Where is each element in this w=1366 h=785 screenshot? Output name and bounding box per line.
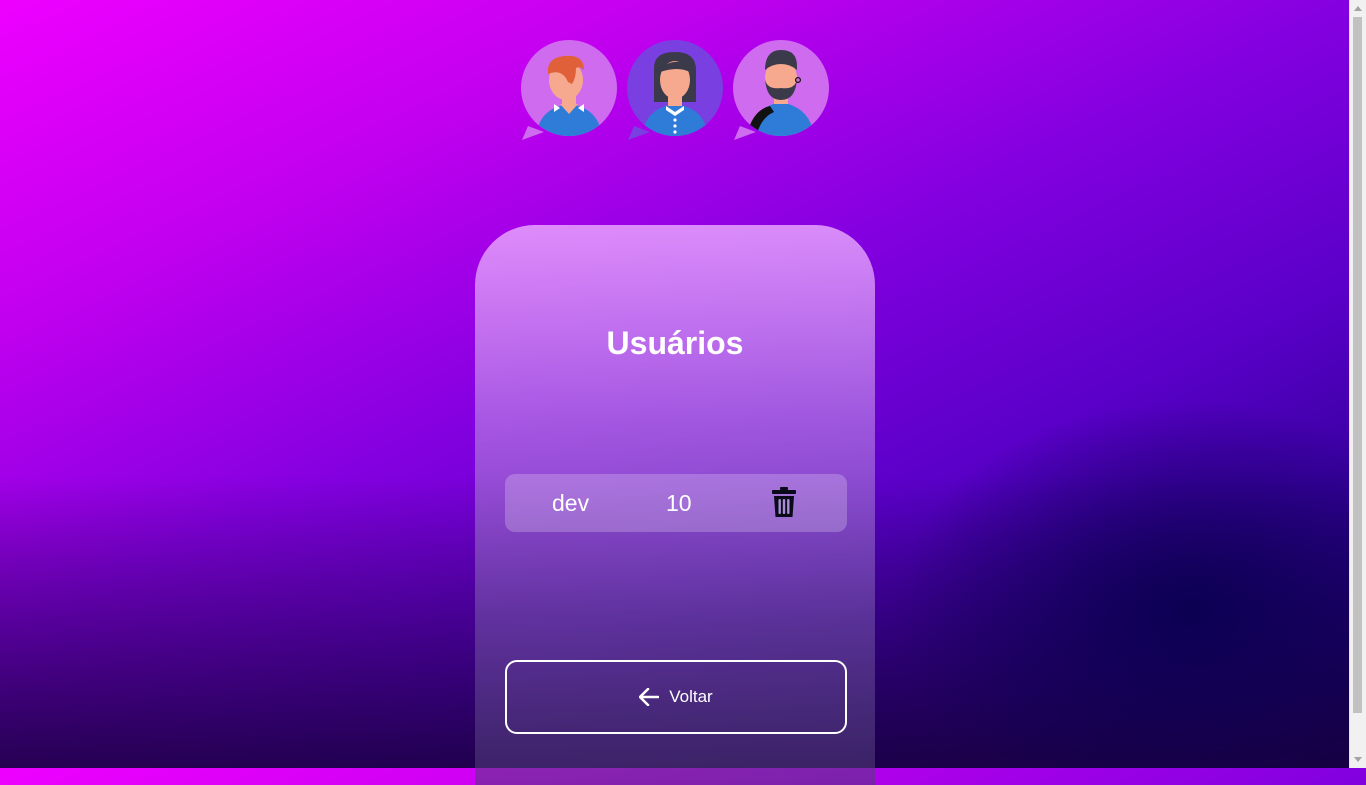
avatar-woman xyxy=(624,38,724,142)
avatar-group xyxy=(518,38,838,144)
back-button[interactable]: Voltar xyxy=(505,660,847,734)
avatar-man-beard xyxy=(730,38,830,142)
back-button-label: Voltar xyxy=(669,687,713,706)
scroll-down-arrow-icon[interactable] xyxy=(1354,757,1362,762)
page-title: Usuários xyxy=(606,325,744,361)
scrollbar-thumb[interactable] xyxy=(1353,17,1362,713)
man-beard-icon xyxy=(733,40,829,140)
vertical-scrollbar[interactable] xyxy=(1349,0,1366,768)
scroll-up-arrow-icon[interactable] xyxy=(1354,6,1362,11)
man-redhair-icon xyxy=(521,40,617,140)
user-name: dev xyxy=(552,490,590,516)
woman-icon xyxy=(627,40,723,140)
trash-icon[interactable] xyxy=(772,487,796,517)
user-age: 10 xyxy=(666,490,692,516)
users-card: Usuários dev 10 Voltar xyxy=(475,225,875,785)
user-row: dev 10 xyxy=(505,474,847,532)
arrow-left-icon xyxy=(639,688,660,706)
avatar-man-redhair xyxy=(518,38,618,142)
